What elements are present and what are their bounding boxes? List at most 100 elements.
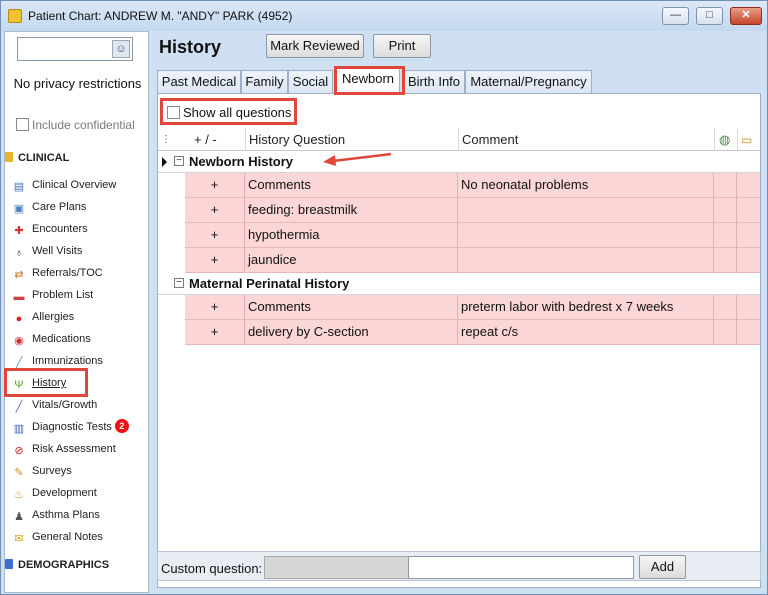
table-row[interactable]: + Comments preterm labor with bedrest x 7 … (158, 295, 760, 320)
show-all-questions-label: Show all questions (183, 105, 292, 120)
tab-social[interactable]: Social (288, 70, 333, 93)
tab-family[interactable]: Family (241, 70, 288, 93)
group-row[interactable]: − Newborn History (158, 151, 760, 173)
custom-question-input[interactable] (408, 556, 634, 579)
add-answer-button[interactable]: + (185, 173, 245, 198)
sidebar-item-clinical-overview[interactable]: ▤ Clinical Overview (11, 174, 147, 196)
sidebar-item-label: Vitals/Growth (32, 399, 98, 411)
sidebar-item-surveys[interactable]: ✎ Surveys (11, 460, 147, 482)
comment-cell[interactable] (458, 248, 714, 273)
clinical-section-header[interactable]: CLINICAL (5, 152, 69, 164)
group-row[interactable]: − Maternal Perinatal History (158, 273, 760, 295)
tab-newborn[interactable]: Newborn (336, 67, 400, 93)
tab-birth-info[interactable]: Birth Info (403, 70, 465, 93)
table-row[interactable]: + jaundice (158, 248, 760, 273)
sidebar-item-label: Diagnostic Tests (32, 421, 112, 433)
sidebar-item-vitals-growth[interactable]: ╱ Vitals/Growth (11, 394, 147, 416)
sidebar-item-general-notes[interactable]: ✉ General Notes (11, 526, 147, 548)
note-cell[interactable] (737, 223, 760, 248)
row-cells: + hypothermia (185, 223, 760, 248)
minimize-button[interactable]: — (662, 7, 689, 25)
history-grid: ⋮ + / - History Question Comment ◍ ▭ − Ne… (158, 129, 760, 345)
table-row[interactable]: + hypothermia (158, 223, 760, 248)
comment-cell[interactable]: repeat c/s (458, 320, 714, 345)
problem-list-icon: ▬ (13, 291, 25, 303)
collapse-icon[interactable]: − (174, 278, 184, 288)
globe-icon[interactable]: ◍ (719, 129, 730, 151)
comment-cell[interactable]: No neonatal problems (458, 173, 714, 198)
row-selector-icon[interactable]: ⋮ (161, 129, 171, 151)
sidebar-item-label: Risk Assessment (32, 443, 116, 455)
collapse-icon[interactable]: − (174, 156, 184, 166)
patient-chart-window: Patient Chart: ANDREW M. "ANDY" PARK (49… (0, 0, 768, 595)
sidebar-item-immunizations[interactable]: ╱ Immunizations (11, 350, 147, 372)
history-question-cell: jaundice (245, 248, 458, 273)
add-answer-button[interactable]: + (185, 295, 245, 320)
sidebar-item-label: General Notes (32, 531, 103, 543)
main-content: History Mark Reviewed Print Past Medical… (151, 31, 767, 593)
sidebar-item-problem-list[interactable]: ▬ Problem List (11, 284, 147, 306)
status-cell[interactable] (714, 198, 737, 223)
note-cell[interactable] (737, 248, 760, 273)
table-row[interactable]: + delivery by C-section repeat c/s (158, 320, 760, 345)
patient-picture-icon[interactable]: ☺ (112, 40, 130, 58)
checkbox-icon[interactable] (16, 118, 29, 131)
sidebar-item-history[interactable]: Ψ History (11, 372, 147, 394)
sidebar-item-encounters[interactable]: ✚ Encounters (11, 218, 147, 240)
demographics-section-header[interactable]: DEMOGRAPHICS (5, 559, 109, 571)
group-title: Newborn History (189, 154, 294, 169)
sidebar-item-care-plans[interactable]: ▣ Care Plans (11, 196, 147, 218)
no-smoking-icon: ⊘ (14, 445, 24, 457)
checkbox-icon[interactable] (167, 106, 180, 119)
show-all-questions-checkbox[interactable]: Show all questions (167, 105, 291, 120)
sidebar-item-risk-assessment[interactable]: ⊘ Risk Assessment (11, 438, 147, 460)
status-cell[interactable] (714, 173, 737, 198)
note-card-icon[interactable]: ▭ (741, 129, 752, 151)
status-cell[interactable] (714, 248, 737, 273)
title-bar[interactable]: Patient Chart: ANDREW M. "ANDY" PARK (49… (1, 1, 767, 31)
comment-cell[interactable] (458, 198, 714, 223)
plus-minus-header[interactable]: + / - (194, 129, 217, 151)
development-icon: ♨ (14, 489, 24, 501)
add-button[interactable]: Add (639, 555, 686, 579)
note-cell[interactable] (737, 173, 760, 198)
sidebar: ☺ No privacy restrictions Include confid… (4, 31, 149, 593)
comment-cell[interactable]: preterm labor with bedrest x 7 weeks (458, 295, 714, 320)
close-button[interactable]: ✕ (730, 7, 762, 25)
status-cell[interactable] (714, 320, 737, 345)
sidebar-item-development[interactable]: ♨ Development (11, 482, 147, 504)
note-cell[interactable] (737, 320, 760, 345)
comment-header[interactable]: Comment (462, 129, 518, 151)
tab-past-medical[interactable]: Past Medical (157, 70, 241, 93)
status-cell[interactable] (714, 295, 737, 320)
add-answer-button[interactable]: + (185, 248, 245, 273)
print-button[interactable]: Print (373, 34, 431, 58)
include-confidential-checkbox[interactable]: Include confidential (16, 118, 135, 132)
add-answer-button[interactable]: + (185, 223, 245, 248)
table-row[interactable]: + feeding: breastmilk (158, 198, 760, 223)
sidebar-item-allergies[interactable]: ● Allergies (11, 306, 147, 328)
sidebar-item-asthma-plans[interactable]: ♟ Asthma Plans (11, 504, 147, 526)
status-cell[interactable] (714, 223, 737, 248)
add-answer-button[interactable]: + (185, 198, 245, 223)
sidebar-item-diagnostic-tests[interactable]: ▥ Diagnostic Tests 2 (11, 416, 147, 438)
sidebar-item-well-visits[interactable]: ♁ Well Visits (11, 240, 147, 262)
custom-question-label: Custom question: (161, 561, 263, 576)
stethoscope-icon: ♁ (14, 247, 24, 259)
note-cell[interactable] (737, 295, 760, 320)
tab-maternal-pregnancy[interactable]: Maternal/Pregnancy (465, 70, 592, 93)
encounters-icon: ✚ (14, 225, 24, 237)
mark-reviewed-button[interactable]: Mark Reviewed (266, 34, 364, 58)
add-answer-button[interactable]: + (185, 320, 245, 345)
sidebar-item-label: Medications (32, 333, 91, 345)
history-question-header[interactable]: History Question (249, 129, 345, 151)
history-question-cell: feeding: breastmilk (245, 198, 458, 223)
patient-search-input[interactable]: ☺ (17, 37, 133, 61)
table-row[interactable]: + Comments No neonatal problems (158, 173, 760, 198)
sidebar-item-referrals-toc[interactable]: ⇄ Referrals/TOC (11, 262, 147, 284)
comment-cell[interactable] (458, 223, 714, 248)
sidebar-item-medications[interactable]: ◉ Medications (11, 328, 147, 350)
maximize-button[interactable]: □ (696, 7, 723, 25)
note-cell[interactable] (737, 198, 760, 223)
syringe-icon: ╱ (15, 357, 23, 369)
